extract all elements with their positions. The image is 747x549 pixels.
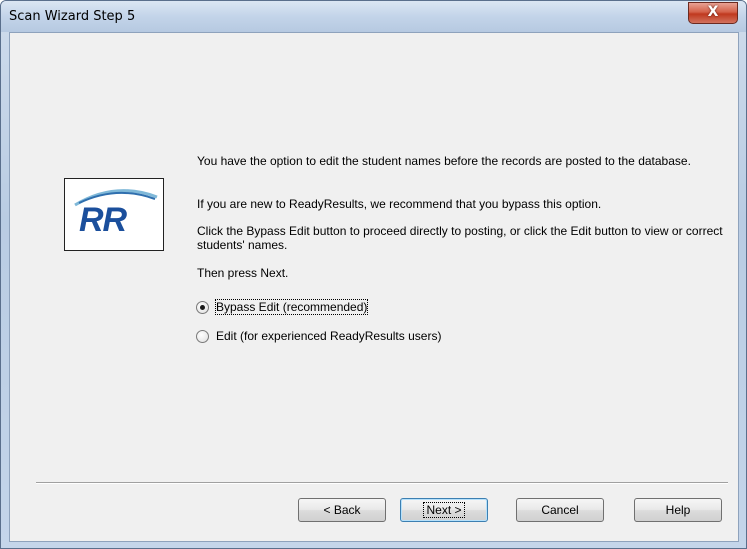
help-button-label: Help [665,503,691,517]
back-button-label: < Back [323,503,361,517]
title-bar[interactable]: Scan Wizard Step 5 X [1,1,746,32]
next-button[interactable]: Next > [400,498,488,522]
edit-label[interactable]: Edit (for experienced ReadyResults users… [216,329,441,343]
back-button[interactable]: < Back [298,498,386,522]
cancel-button[interactable]: Cancel [516,498,604,522]
radio-button-icon[interactable] [196,330,209,343]
wizard-content: RR You have the option to edit the stude… [9,32,739,542]
cancel-button-label: Cancel [541,503,579,517]
help-button[interactable]: Help [634,498,722,522]
close-icon: X [707,4,719,20]
divider [36,482,728,484]
logo-text: RR [79,201,127,239]
readyresults-logo: RR [64,178,164,251]
next-button-label: Next > [423,502,465,518]
bypass-edit-label[interactable]: Bypass Edit (recommended) [214,299,369,315]
instruction-text-3: Click the Bypass Edit button to proceed … [197,224,723,252]
window-title: Scan Wizard Step 5 [9,9,136,24]
close-button[interactable]: X [688,2,738,24]
instruction-text-2: If you are new to ReadyResults, we recom… [197,197,602,211]
wizard-window: Scan Wizard Step 5 X RR You have the opt… [0,0,747,549]
instruction-text-4: Then press Next. [197,266,289,280]
radio-button-icon[interactable] [196,301,209,314]
instruction-text-1: You have the option to edit the student … [197,154,691,168]
radio-selected-dot-icon [200,305,205,310]
